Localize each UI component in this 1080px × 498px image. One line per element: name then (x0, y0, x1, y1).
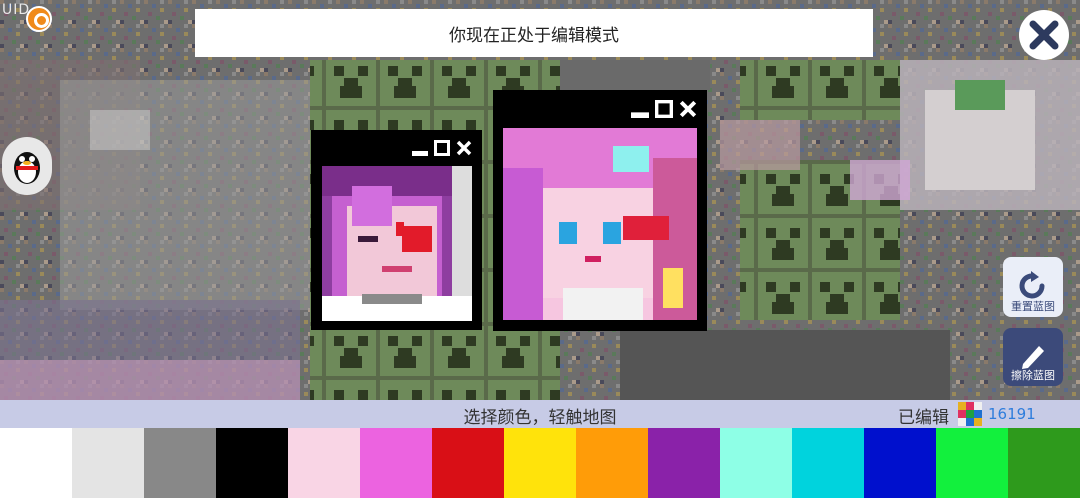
color-swatch[interactable] (432, 428, 504, 498)
status-bar: 选择颜色，轻触地图 已编辑 16191 (0, 400, 1080, 428)
color-swatch[interactable] (576, 428, 648, 498)
color-swatch[interactable] (504, 428, 576, 498)
color-swatch[interactable] (648, 428, 720, 498)
color-palette (0, 428, 1080, 498)
close-button[interactable] (1019, 10, 1069, 60)
color-swatch[interactable] (72, 428, 144, 498)
color-swatch[interactable] (792, 428, 864, 498)
erase-blueprint-button[interactable]: 擦除蓝图 (1003, 328, 1063, 386)
blueprint-preview-right (503, 128, 697, 320)
blueprint-preview-left (322, 166, 472, 321)
color-swatch[interactable] (936, 428, 1008, 498)
edited-label: 已编辑 (898, 408, 949, 428)
blueprint-window-left[interactable] (311, 130, 482, 330)
minimize-icon (412, 151, 428, 156)
color-swatch[interactable] (216, 428, 288, 498)
reset-blueprint-label: 重置蓝图 (1011, 300, 1055, 313)
erase-blueprint-label: 擦除蓝图 (1011, 369, 1055, 382)
color-swatch[interactable] (1008, 428, 1080, 498)
rotate-icon (1019, 271, 1045, 299)
color-swatch[interactable] (360, 428, 432, 498)
pencil-icon (1022, 346, 1044, 369)
reset-blueprint-button[interactable]: 重置蓝图 (1003, 257, 1063, 317)
color-swatch[interactable] (720, 428, 792, 498)
color-swatch[interactable] (288, 428, 360, 498)
color-swatch[interactable] (864, 428, 936, 498)
maximize-icon (655, 100, 673, 118)
app-logo-icon (26, 6, 52, 32)
color-swatch[interactable] (0, 428, 72, 498)
close-icon (1029, 20, 1059, 50)
x-icon (679, 100, 697, 118)
maximize-icon (434, 140, 450, 156)
color-swatch[interactable] (144, 428, 216, 498)
penguin-icon (14, 152, 40, 184)
anime-girl-eyepatch-art (322, 166, 472, 321)
minimize-icon (631, 112, 649, 118)
edited-count: 16191 (988, 405, 1036, 423)
pixel-grid-icon (958, 402, 982, 426)
x-icon (456, 140, 472, 156)
window-titlebar (311, 130, 482, 166)
blueprint-window-right[interactable] (493, 90, 707, 331)
anime-girl-bows-art (503, 128, 697, 320)
qq-share-button[interactable] (2, 137, 52, 195)
edit-mode-banner: 你现在正处于编辑模式 (195, 9, 873, 57)
window-titlebar (493, 90, 707, 128)
